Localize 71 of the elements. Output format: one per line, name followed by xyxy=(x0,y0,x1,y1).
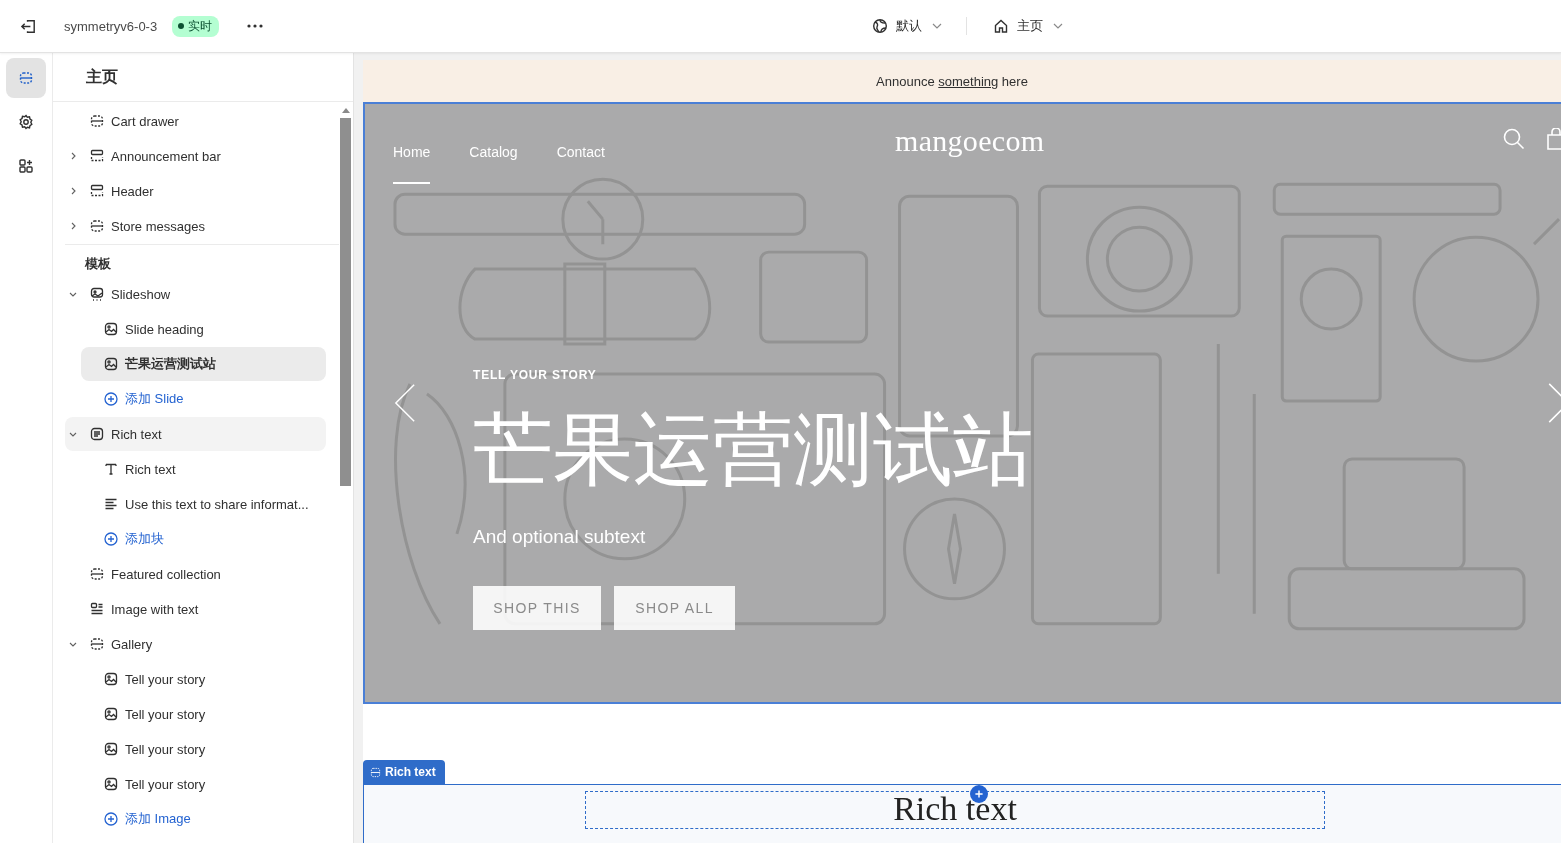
caret-icon xyxy=(932,23,942,29)
chevron-icon[interactable] xyxy=(69,430,77,438)
group-heading: 模板 xyxy=(83,255,112,273)
plus-circle-icon xyxy=(103,391,119,407)
section-item[interactable]: Announcement bar xyxy=(65,139,326,173)
header-layout-icon xyxy=(89,148,105,164)
image-icon xyxy=(103,776,119,792)
slide-heading: 芒果运营测试站 xyxy=(473,405,1033,496)
image-icon xyxy=(103,706,119,722)
announcement-text: Announce something here xyxy=(876,73,1028,89)
previous-slide-icon[interactable] xyxy=(394,382,416,424)
slide-subtext: And optional subtext xyxy=(473,526,647,548)
home-icon xyxy=(993,18,1009,34)
section-item[interactable]: Gallery xyxy=(65,627,326,661)
add-block-link[interactable]: 添加 Slide xyxy=(81,382,326,416)
section-tag-label: Rich text xyxy=(385,765,436,779)
dashed-section-icon xyxy=(89,113,105,129)
header-layout-icon xyxy=(89,183,105,199)
block-item[interactable]: 芒果运营测试站 xyxy=(81,347,326,381)
apps-icon xyxy=(18,158,34,174)
image-icon xyxy=(103,671,119,687)
slideshow-icon xyxy=(89,286,105,302)
image-icon xyxy=(103,321,119,337)
sidebar-title: 主页 xyxy=(53,53,353,102)
section-item[interactable]: Slideshow xyxy=(65,277,326,311)
block-item[interactable]: Rich text xyxy=(81,452,326,486)
section-item[interactable]: Store messages xyxy=(65,209,326,243)
add-block-link[interactable]: 添加 Image xyxy=(81,802,326,836)
block-item[interactable]: Slide heading xyxy=(81,312,326,346)
section-item[interactable]: Image with text xyxy=(65,592,326,626)
page-dropdown[interactable]: 主页 xyxy=(991,13,1065,39)
chevron-icon[interactable] xyxy=(69,290,77,298)
add-block-link[interactable]: 添加块 xyxy=(81,522,326,556)
chevron-icon[interactable] xyxy=(69,222,77,230)
sections-tab[interactable] xyxy=(6,58,46,98)
plus-circle-icon xyxy=(103,811,119,827)
image-icon xyxy=(103,741,119,757)
type-icon xyxy=(103,461,119,477)
caret-icon xyxy=(1053,23,1063,29)
section-item[interactable]: Rich text xyxy=(65,417,326,451)
dashed-section-icon xyxy=(89,636,105,652)
announcement-link[interactable]: something xyxy=(938,73,999,89)
block-item[interactable]: Tell your story xyxy=(81,662,326,696)
scrollbar-thumb[interactable] xyxy=(340,118,351,486)
chevron-icon[interactable] xyxy=(69,640,77,648)
sections-icon xyxy=(18,70,34,86)
rich-text-section[interactable]: Rich text xyxy=(363,784,1561,843)
image-text-icon xyxy=(89,601,105,617)
block-item[interactable]: Tell your story xyxy=(81,767,326,801)
status-badge: 实时 xyxy=(172,15,220,37)
settings-icon xyxy=(18,114,34,130)
text-block-icon xyxy=(89,426,105,442)
dashed-section-icon xyxy=(89,218,105,234)
section-item[interactable]: Header xyxy=(65,174,326,208)
image-icon xyxy=(103,356,119,372)
block-item[interactable]: Use this text to share informat... xyxy=(81,487,326,521)
chevron-icon[interactable] xyxy=(69,152,77,160)
chevron-icon[interactable] xyxy=(69,187,77,195)
block-item[interactable]: Tell your story xyxy=(81,732,326,766)
dashed-section-icon xyxy=(370,766,381,778)
more-icon[interactable] xyxy=(247,24,264,28)
store-name: symmetryv6-0-3 xyxy=(64,18,158,34)
dashed-section-icon xyxy=(89,566,105,582)
globe-icon xyxy=(872,18,888,34)
block-item[interactable]: Tell your story xyxy=(81,697,326,731)
slide-kicker: TELL YOUR STORY xyxy=(473,368,598,382)
paragraph-icon xyxy=(103,496,119,512)
section-item[interactable]: Cart drawer xyxy=(65,104,326,138)
theme-dropdown[interactable]: 默认 xyxy=(870,13,944,39)
plus-circle-icon xyxy=(103,531,119,547)
section-item[interactable]: Featured collection xyxy=(65,557,326,591)
